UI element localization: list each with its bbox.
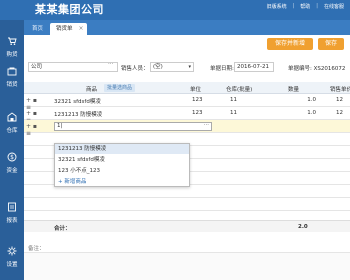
tab-sales-order[interactable]: 销货单 × (50, 23, 87, 35)
cell-price[interactable]: 12 (336, 110, 343, 116)
cell-price[interactable]: 12 (336, 97, 343, 103)
sidebar-item-label: 报表 (6, 218, 18, 224)
top-link-help[interactable]: 帮助 (300, 3, 310, 10)
product-autocomplete: 1231213 防慢模凌 32321 sfdsfd模凌 123 小不点_123 … (54, 143, 190, 187)
save-button[interactable]: 保存 (318, 38, 344, 50)
logo (0, 0, 30, 20)
product-picker-button[interactable]: ··· (204, 122, 209, 129)
close-icon[interactable]: × (78, 23, 83, 35)
customer-value: 公司 (31, 64, 43, 70)
top-link-online-service[interactable]: 在线客服 (324, 3, 344, 10)
sidebar-item-label: 购货 (6, 52, 18, 58)
cell-product[interactable]: 1231213 防慢模凌 (54, 110, 102, 118)
column-warehouse[interactable]: 仓库(批量) (226, 85, 252, 93)
top-link-old-system[interactable]: 旧版系统 (267, 3, 287, 10)
report-icon (7, 202, 17, 212)
seller-label: 销售人员： (121, 66, 149, 72)
seller-value: (空) (153, 64, 163, 70)
sidebar-item-label: 仓库 (6, 128, 18, 134)
svg-text:$: $ (10, 154, 14, 161)
batch-select-button[interactable]: 批量选商品 (104, 84, 136, 92)
product-search-value: 1| (57, 123, 63, 129)
sidebar-item-settings[interactable]: 设置 (0, 242, 24, 272)
top-links: 旧版系统 | 帮助 | 在线客服 (267, 3, 344, 10)
order-header-form: 公司 ··· 销售人员： (空) ▾ 单据日期: 2016-07-21 单据编号… (24, 60, 350, 74)
cell-unit[interactable]: 123 (192, 110, 203, 116)
cell-warehouse[interactable]: 11 (230, 97, 237, 103)
product-search-input[interactable]: 1| ··· (54, 122, 212, 131)
chevron-down-icon: ▾ (188, 64, 191, 70)
cell-unit[interactable]: 123 (192, 97, 203, 103)
gear-icon (7, 246, 17, 256)
order-number: 单据编号: XS2016072 (288, 66, 346, 72)
cell-warehouse[interactable]: 11 (230, 110, 237, 116)
autocomplete-item[interactable]: 1231213 防慢模凌 (55, 144, 189, 154)
add-product-link[interactable]: + 新增商品 (55, 177, 189, 187)
divider: | (316, 3, 318, 9)
cell-qty[interactable]: 1.0 (300, 97, 316, 103)
grid-header: 商品 批量选商品 单位 仓库(批量) 数量 销售单价 (24, 82, 350, 94)
customer-picker-button[interactable]: ··· (108, 61, 113, 67)
remark-area[interactable] (24, 252, 350, 280)
total-row: 合计： 2.0 (24, 220, 350, 232)
sidebar-item-warehouse[interactable]: 仓库 (0, 108, 24, 138)
sidebar: 购货 销货 仓库 $ 资金 报表 设置 (0, 20, 24, 280)
sidebar-item-funds[interactable]: $ 资金 (0, 148, 24, 178)
save-and-new-button[interactable]: 保存并新增 (267, 38, 313, 50)
sidebar-item-reports[interactable]: 报表 (0, 198, 24, 228)
table-row[interactable]: + ▪ ≡ 1231213 防慢模凌 123 11 1.0 12 (24, 107, 350, 124)
table-row[interactable] (24, 198, 350, 211)
divider: | (292, 3, 295, 9)
cart-icon (7, 36, 17, 46)
cell-product[interactable]: 32321 sfdsfd模凌 (54, 97, 101, 105)
table-row-editing[interactable]: + ▪ ≡ 1| ··· (24, 120, 350, 137)
tab-home[interactable]: 首页 (26, 23, 49, 35)
autocomplete-item[interactable]: 123 小不点_123 (55, 166, 189, 176)
sidebar-item-label: 资金 (6, 168, 18, 174)
cell-qty[interactable]: 1.0 (300, 110, 316, 116)
customer-input[interactable]: 公司 (28, 62, 118, 72)
autocomplete-item[interactable]: 32321 sfdsfd模凌 (55, 155, 189, 165)
column-price: 销售单价 (330, 87, 350, 93)
seller-select[interactable]: (空) ▾ (150, 62, 194, 72)
total-label: 合计： (54, 226, 71, 232)
sales-icon (7, 66, 17, 76)
column-product: 商品 (86, 87, 98, 93)
date-input[interactable]: 2016-07-21 (234, 62, 274, 72)
tab-sales-order-label: 销货单 (56, 26, 73, 32)
remark-label: 备注： (28, 246, 45, 252)
sidebar-item-label: 销货 (6, 82, 18, 88)
table-row[interactable]: + ▪ ≡ 32321 sfdsfd模凌 123 11 1.0 12 (24, 94, 350, 111)
warehouse-icon (7, 112, 17, 122)
column-unit: 单位 (190, 87, 202, 93)
tab-bar: 首页 销货单 × (24, 20, 350, 35)
column-qty: 数量 (288, 87, 300, 93)
date-value: 2016-07-21 (237, 64, 269, 70)
sidebar-item-purchase[interactable]: 购货 (0, 32, 24, 62)
date-label: 单据日期: (210, 66, 234, 72)
company-name: 某某集团公司 (35, 3, 104, 16)
total-qty: 2.0 (298, 224, 308, 230)
top-bar: 某某集团公司 旧版系统 | 帮助 | 在线客服 (0, 0, 350, 20)
sidebar-item-sales[interactable]: 销货 (0, 62, 24, 92)
sidebar-item-label: 设置 (6, 262, 18, 268)
money-icon: $ (7, 152, 17, 162)
